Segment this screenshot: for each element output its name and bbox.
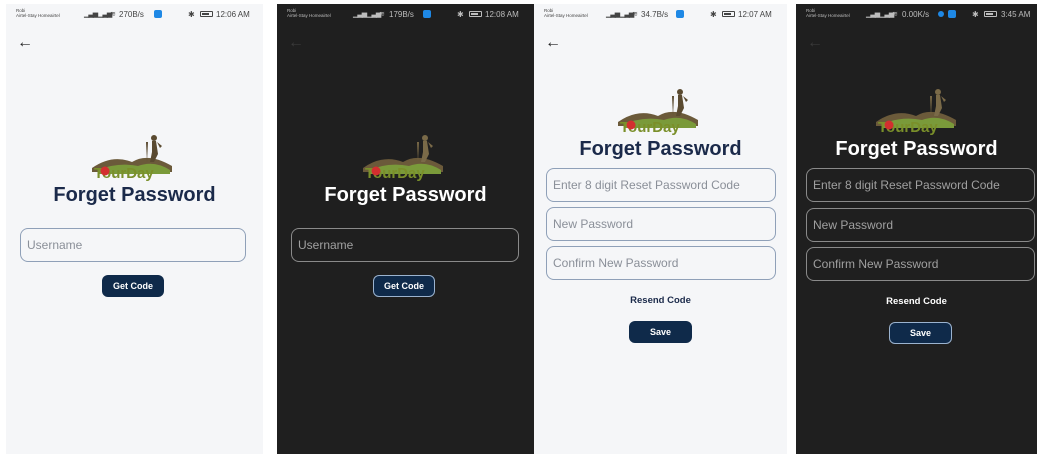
reset-code-input[interactable]: Enter 8 digit Reset Password Code: [806, 168, 1035, 202]
battery-icon: [200, 11, 213, 17]
tourday-logo: TourDay: [614, 86, 706, 136]
bluetooth-icon: ✱: [188, 10, 195, 19]
new-password-placeholder: New Password: [553, 217, 634, 231]
battery-icon: [469, 11, 482, 17]
bluetooth-icon: ✱: [972, 10, 979, 19]
network-speed: 0.00K/s: [902, 10, 930, 19]
signal-icon: ▁▃▅ ▁▃▅: [84, 11, 112, 18]
network-speed: 34.7B/s: [641, 10, 669, 19]
save-button[interactable]: Save: [889, 322, 952, 344]
page-title: Forget Password: [53, 184, 216, 206]
app-notification-icon: [676, 10, 684, 18]
signal-icon: ▁▃▅ ▁▃▅: [353, 11, 381, 18]
status-time: 3:45 AM: [1001, 10, 1031, 19]
tourday-logo: TourDay: [872, 86, 964, 136]
battery-icon: [984, 11, 997, 17]
back-arrow-icon[interactable]: ←: [804, 34, 826, 52]
username-input[interactable]: Username: [20, 228, 246, 262]
confirm-password-placeholder: Confirm New Password: [553, 256, 679, 270]
signal-icon: ▁▃▅ ▁▃▅: [866, 11, 894, 18]
get-code-button[interactable]: Get Code: [373, 275, 435, 297]
wifi-icon: ≋: [632, 11, 638, 18]
carrier-label: Robi Airtel-Stay Homeairtel: [287, 8, 357, 18]
page-title: Forget Password: [324, 184, 487, 206]
location-icon: [938, 11, 944, 17]
app-notification-icon: [948, 10, 956, 18]
carrier-network: Airtel-Stay Homeairtel: [544, 13, 588, 18]
username-input[interactable]: Username: [291, 228, 519, 262]
resend-code-link[interactable]: Resend Code: [796, 296, 1037, 307]
wifi-icon: ≋: [379, 11, 385, 18]
back-arrow-icon[interactable]: ←: [285, 34, 307, 52]
carrier-network: Airtel-Stay Homeairtel: [16, 13, 60, 18]
username-placeholder: Username: [298, 238, 354, 252]
status-time: 12:06 AM: [216, 10, 250, 19]
screen-forget-password-reset-dark: Robi Airtel-Stay Homeairtel ▁▃▅ ▁▃▅ ≋ 0.…: [796, 4, 1037, 454]
save-button[interactable]: Save: [629, 321, 692, 343]
reset-code-placeholder: Enter 8 digit Reset Password Code: [813, 178, 1000, 192]
status-bar: Robi Airtel-Stay Homeairtel ▁▃▅ ▁▃▅ ≋ 27…: [6, 4, 263, 26]
bluetooth-icon: ✱: [710, 10, 717, 19]
bluetooth-icon: ✱: [457, 10, 464, 19]
status-bar: Robi Airtel-Stay Homeairtel ▁▃▅ ▁▃▅ ≋ 17…: [277, 4, 534, 26]
app-notification-icon: [154, 10, 162, 18]
confirm-password-input[interactable]: Confirm New Password: [546, 246, 776, 280]
reset-code-input[interactable]: Enter 8 digit Reset Password Code: [546, 168, 776, 202]
page-title: Forget Password: [835, 138, 998, 160]
status-time: 12:08 AM: [485, 10, 519, 19]
tourday-logo: TourDay: [88, 132, 180, 182]
resend-code-link[interactable]: Resend Code: [534, 295, 787, 306]
confirm-password-placeholder: Confirm New Password: [813, 257, 939, 271]
carrier-network: Airtel-Stay Homeairtel: [287, 13, 331, 18]
reset-code-placeholder: Enter 8 digit Reset Password Code: [553, 178, 740, 192]
new-password-placeholder: New Password: [813, 218, 894, 232]
signal-icon: ▁▃▅ ▁▃▅: [606, 11, 634, 18]
tourday-logo: TourDay: [359, 132, 451, 182]
confirm-password-input[interactable]: Confirm New Password: [806, 247, 1035, 281]
back-arrow-icon[interactable]: ←: [542, 34, 564, 52]
username-placeholder: Username: [27, 238, 83, 252]
carrier-label: Robi Airtel-Stay Homeairtel: [16, 8, 86, 18]
screen-forget-password-username-light: Robi Airtel-Stay Homeairtel ▁▃▅ ▁▃▅ ≋ 27…: [6, 4, 263, 454]
new-password-input[interactable]: New Password: [546, 207, 776, 241]
status-bar: Robi Airtel-Stay Homeairtel ▁▃▅ ▁▃▅ ≋ 0.…: [796, 4, 1037, 26]
screen-forget-password-username-dark: Robi Airtel-Stay Homeairtel ▁▃▅ ▁▃▅ ≋ 17…: [277, 4, 534, 454]
get-code-button[interactable]: Get Code: [102, 275, 164, 297]
screen-forget-password-reset-light: Robi Airtel-Stay Homeairtel ▁▃▅ ▁▃▅ ≋ 34…: [534, 4, 787, 454]
wifi-icon: ≋: [110, 11, 116, 18]
page-title: Forget Password: [579, 138, 742, 160]
new-password-input[interactable]: New Password: [806, 208, 1035, 242]
battery-icon: [722, 11, 735, 17]
status-bar: Robi Airtel-Stay Homeairtel ▁▃▅ ▁▃▅ ≋ 34…: [534, 4, 787, 26]
app-notification-icon: [423, 10, 431, 18]
network-speed: 179B/s: [389, 10, 414, 19]
network-speed: 270B/s: [119, 10, 144, 19]
carrier-label: Robi Airtel-Stay Homeairtel: [544, 8, 614, 18]
wifi-icon: ≋: [892, 11, 898, 18]
status-time: 12:07 AM: [738, 10, 772, 19]
back-arrow-icon[interactable]: ←: [14, 34, 36, 52]
